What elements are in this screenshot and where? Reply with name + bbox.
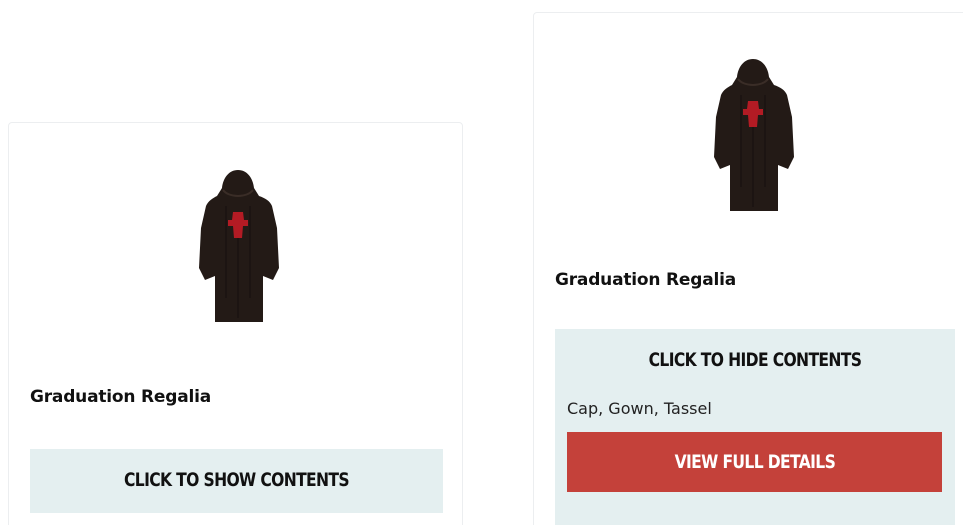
product-card: Graduation Regalia CLICK TO SHOW CONTENT… [8, 122, 463, 525]
graduation-gown-icon[interactable] [193, 168, 283, 323]
graduation-gown-icon[interactable] [708, 57, 798, 212]
hide-contents-button[interactable]: CLICK TO HIDE CONTENTS [591, 349, 919, 371]
contents-panel: CLICK TO HIDE CONTENTS Cap, Gown, Tassel… [555, 329, 955, 525]
product-title[interactable]: Graduation Regalia [30, 387, 211, 407]
show-contents-button[interactable]: CLICK TO SHOW CONTENTS [67, 469, 406, 491]
view-full-details-button[interactable]: VIEW FULL DETAILS [567, 432, 942, 492]
contents-list: Cap, Gown, Tassel [567, 399, 712, 418]
view-full-details-label: VIEW FULL DETAILS [674, 451, 835, 473]
contents-panel: CLICK TO SHOW CONTENTS [30, 449, 443, 513]
product-title[interactable]: Graduation Regalia [555, 270, 736, 290]
product-card: Graduation Regalia CLICK TO HIDE CONTENT… [533, 12, 963, 525]
